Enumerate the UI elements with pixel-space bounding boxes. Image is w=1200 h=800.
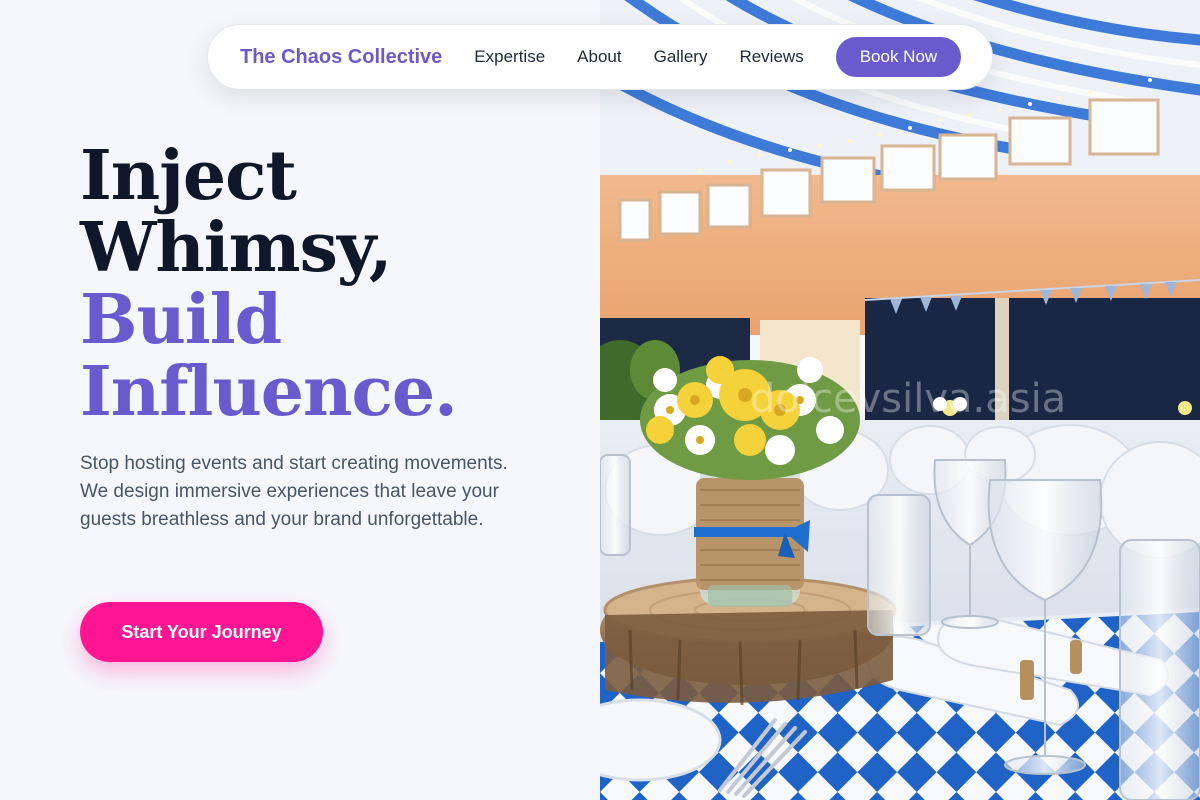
brand-logo-link[interactable]: The Chaos Collective [240,46,442,69]
nav-link-expertise[interactable]: Expertise [474,47,545,67]
top-navigation: The Chaos Collective Expertise About Gal… [207,24,993,90]
hero-lead-text: Stop hosting events and start creating m… [80,453,508,530]
nav-link-gallery[interactable]: Gallery [654,47,708,67]
headline-line-2: Whimsy, [80,208,393,288]
hero-image: dolcevsilva.asia [600,0,1200,800]
hero-headline: Inject Whimsy, Build Influence. [80,136,458,432]
hero-section: Inject Whimsy, Build Influence. Stop hos… [0,0,600,800]
headline-line-4: Influence. [80,352,458,432]
start-journey-button[interactable]: Start Your Journey [80,602,323,662]
nav-link-reviews[interactable]: Reviews [739,47,803,67]
image-watermark: dolcevsilva.asia [750,376,1066,422]
nav-link-about[interactable]: About [577,47,621,67]
headline-line-1: Inject [80,136,297,216]
book-now-button[interactable]: Book Now [835,37,962,77]
headline-line-3: Build [80,280,282,360]
